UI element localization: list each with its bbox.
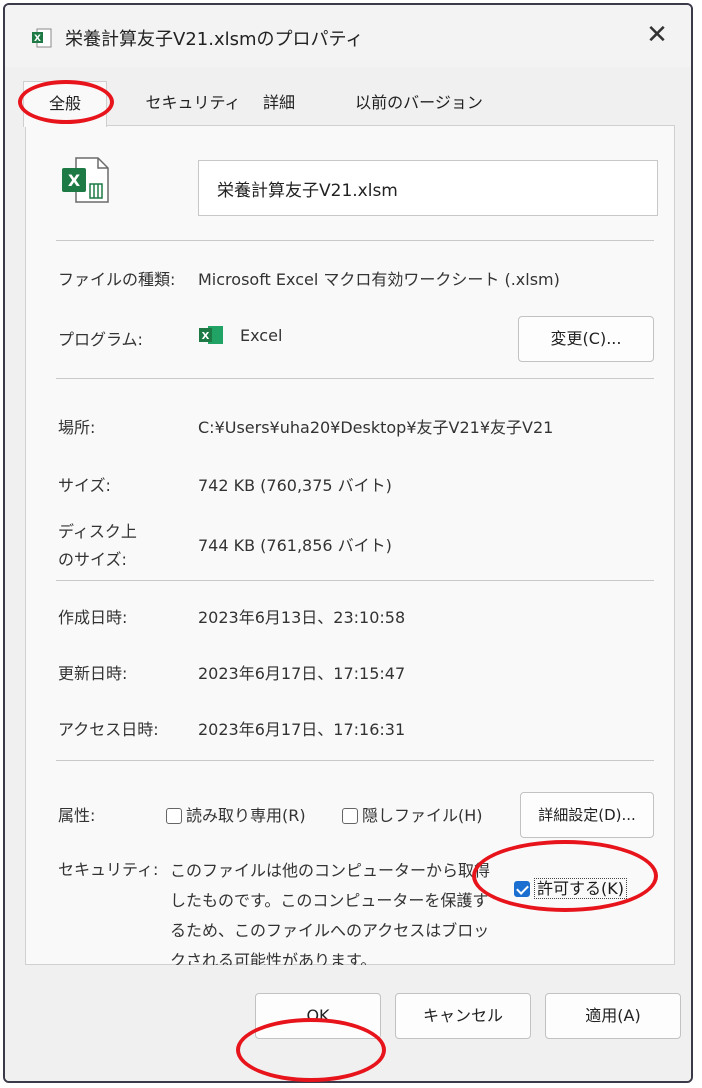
tab-strip: 全般 セキュリティ 詳細 以前のバージョン: [17, 81, 687, 127]
allow-checkbox[interactable]: 許可する(K): [506, 872, 656, 908]
size-value: 742 KB (760,375 バイト): [198, 476, 392, 495]
general-panel: X ファイルの種類: Microsoft Excel マクロ有効ワークシート (…: [25, 125, 675, 970]
program-label: プログラム:: [58, 330, 143, 349]
program-value: Excel: [240, 326, 283, 345]
readonly-label: 読み取り専用(R): [186, 806, 306, 825]
divider: [56, 580, 654, 581]
cancel-button[interactable]: キャンセル: [395, 993, 531, 1039]
advanced-button[interactable]: 詳細設定(D)...: [520, 792, 654, 838]
readonly-checkbox[interactable]: 読み取り専用(R): [166, 802, 306, 826]
file-type-value: Microsoft Excel マクロ有効ワークシート (.xlsm): [198, 270, 560, 289]
tab-previous-versions[interactable]: 以前のバージョン: [341, 81, 497, 125]
size-label: サイズ:: [58, 476, 111, 495]
tab-general[interactable]: 全般: [23, 81, 107, 127]
title-bar: X 栄養計算友子V21.xlsmのプロパティ ✕: [5, 5, 691, 67]
excel-app-icon: X: [199, 326, 223, 344]
apply-button[interactable]: 適用(A): [545, 993, 681, 1039]
properties-dialog: X 栄養計算友子V21.xlsmのプロパティ ✕ 全般 セキュリティ 詳細 以前…: [3, 3, 693, 1083]
excel-file-icon: X: [62, 157, 109, 203]
divider: [56, 760, 654, 761]
divider: [56, 240, 654, 241]
attributes-label: 属性:: [58, 806, 96, 825]
modified-value: 2023年6月17日、17:15:47: [198, 664, 406, 683]
close-button[interactable]: ✕: [635, 15, 679, 55]
accessed-label: アクセス日時:: [58, 720, 159, 739]
location-label: 場所:: [58, 418, 96, 437]
tab-details[interactable]: 詳細: [249, 81, 309, 125]
allow-label: 許可する(K): [534, 878, 627, 899]
created-label: 作成日時:: [58, 608, 128, 627]
disk-size-label-line2: のサイズ:: [58, 550, 127, 569]
checkbox-checked-icon: [514, 881, 530, 897]
disk-size-label-line1: ディスク上: [58, 522, 137, 541]
disk-size-value: 744 KB (761,856 バイト): [198, 536, 392, 555]
svg-text:X: X: [202, 331, 210, 342]
svg-text:X: X: [68, 171, 81, 190]
svg-text:X: X: [34, 34, 41, 44]
created-value: 2023年6月13日、23:10:58: [198, 608, 406, 627]
accessed-value: 2023年6月17日、17:16:31: [198, 720, 406, 739]
hidden-checkbox[interactable]: 隠しファイル(H): [342, 802, 483, 826]
modified-label: 更新日時:: [58, 664, 128, 683]
checkbox-unchecked-icon: [166, 808, 182, 824]
checkbox-unchecked-icon: [342, 808, 358, 824]
change-program-button[interactable]: 変更(C)...: [518, 316, 654, 362]
dialog-footer: OK キャンセル 適用(A): [5, 965, 691, 1081]
window-title: 栄養計算友子V21.xlsmのプロパティ: [65, 29, 364, 50]
security-message: このファイルは他のコンピューターから取得したものです。このコンピューターを保護す…: [170, 861, 491, 970]
file-name-input[interactable]: [198, 160, 658, 216]
location-value: C:¥Users¥uha20¥Desktop¥友子V21¥友子V21: [198, 418, 554, 437]
ok-button[interactable]: OK: [255, 993, 381, 1039]
divider: [56, 378, 654, 379]
security-label: セキュリティ:: [58, 860, 159, 879]
excel-file-small-icon: X: [32, 28, 52, 48]
file-type-label: ファイルの種類:: [58, 270, 176, 289]
hidden-label: 隠しファイル(H): [362, 806, 483, 825]
tab-security[interactable]: セキュリティ: [141, 81, 245, 125]
